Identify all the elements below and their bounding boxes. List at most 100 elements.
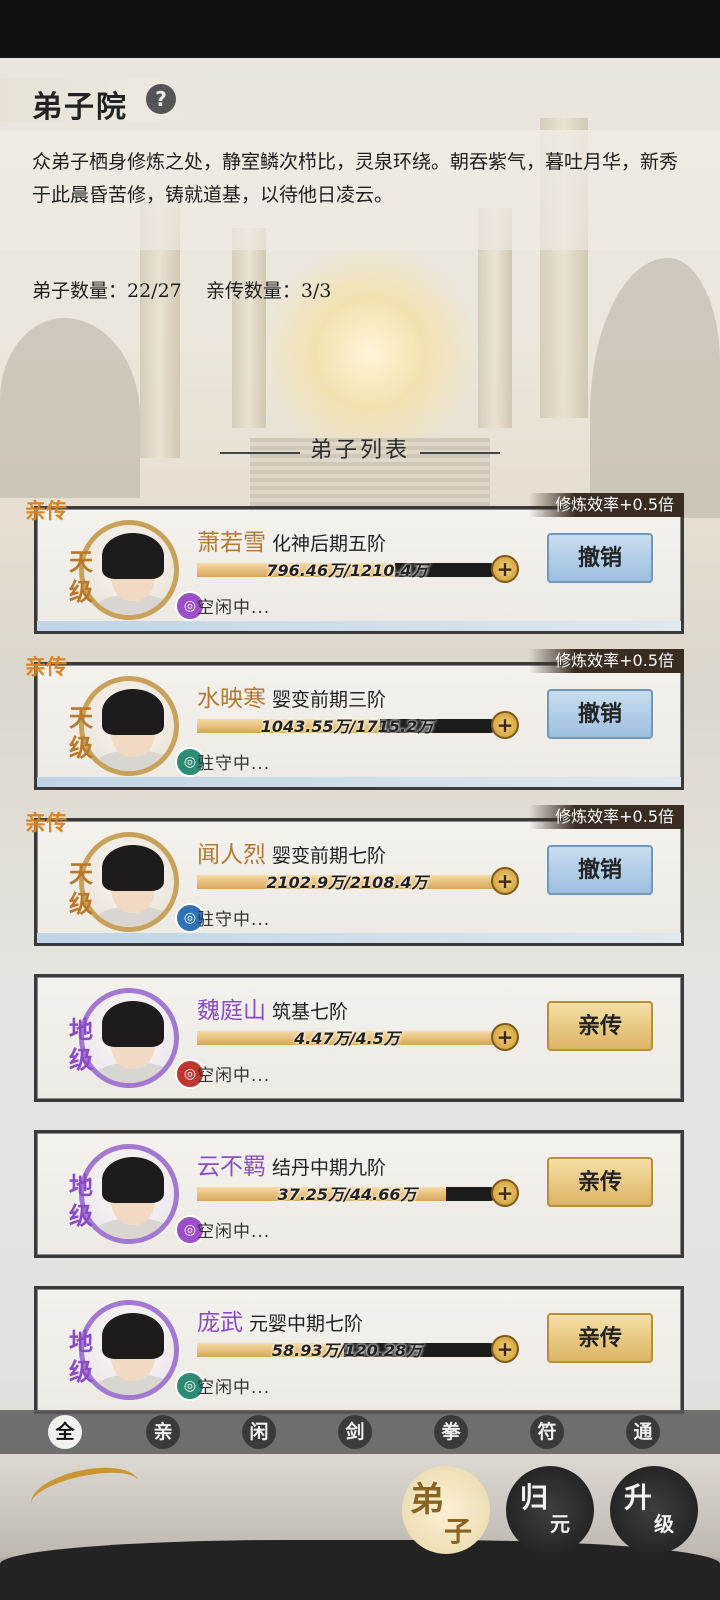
filter-general[interactable]: 通: [626, 1415, 660, 1449]
disciple-card[interactable]: 亲传 修炼效率+0.5倍 天级 ◎ 水映寒 婴变前期三阶 1043.55万/1715…: [25, 649, 684, 790]
mountain-left: [0, 318, 140, 498]
disciple-name: 水映寒: [197, 686, 266, 712]
inner-disciple-tag: 亲传: [25, 810, 67, 835]
nav-upgrade-button[interactable]: 升 级: [610, 1466, 698, 1554]
disciple-realm: 婴变前期七阶: [272, 845, 387, 867]
disciple-realm: 元婴中期七阶: [249, 1313, 364, 1335]
exp-progress-text: 4.47万/4.5万: [294, 1029, 400, 1048]
disciple-name: 萧若雪: [197, 530, 266, 556]
exp-progress-bar: 37.25万/44.66万: [197, 1185, 497, 1204]
disciple-card[interactable]: 地级 ◎ 云不羁 结丹中期九阶 37.25万/44.66万 + 空闲中... 亲传: [34, 1130, 684, 1258]
disciple-card[interactable]: 亲传 修炼效率+0.5倍 天级 ◎ 闻人烈 婴变前期七阶 2102.9万/2108.…: [25, 805, 684, 946]
nav-guiyuan-button[interactable]: 归 元: [506, 1466, 594, 1554]
disciple-name-row: 魏庭山 筑基七阶: [197, 991, 348, 1025]
grade-label: 地级: [69, 1171, 93, 1230]
disciple-status: 驻守中...: [197, 910, 271, 930]
add-exp-button[interactable]: +: [491, 711, 519, 739]
exp-progress-text: 37.25万/44.66万: [277, 1185, 417, 1204]
disciple-status: 驻守中...: [197, 754, 271, 774]
disciple-name: 庞武: [197, 1310, 243, 1336]
filter-bar: 全 亲 闲 剑 拳 符 通: [0, 1410, 720, 1454]
list-header: 弟子列表: [220, 430, 500, 470]
nav-guiyuan-top: 归: [520, 1481, 549, 1514]
disciple-realm: 化神后期五阶: [272, 533, 387, 555]
revoke-button[interactable]: 撤销: [547, 533, 653, 583]
efficiency-badge: 修炼效率+0.5倍: [529, 805, 684, 829]
portrait-hair: [102, 845, 164, 891]
disciple-name-row: 萧若雪 化神后期五阶: [197, 523, 386, 557]
exp-progress-bar: 4.47万/4.5万: [197, 1029, 497, 1048]
disciple-realm: 婴变前期三阶: [272, 689, 387, 711]
disciple-card[interactable]: 亲传 修炼效率+0.5倍 天级 ◎ 萧若雪 化神后期五阶 796.46万/1210.…: [25, 493, 684, 634]
exp-progress-bar: 796.46万/1210.4万: [197, 561, 497, 580]
add-exp-button[interactable]: +: [491, 1179, 519, 1207]
filter-all[interactable]: 全: [48, 1415, 82, 1449]
disciple-status: 空闲中...: [197, 1066, 271, 1086]
filter-sword[interactable]: 剑: [338, 1415, 372, 1449]
status-bar: [0, 0, 720, 58]
exp-progress-text: 2102.9万/2108.4万: [266, 873, 428, 892]
mountain-right: [590, 258, 720, 518]
disciple-name-row: 闻人烈 婴变前期七阶: [197, 835, 386, 869]
portrait-hair: [102, 533, 164, 579]
revoke-button[interactable]: 撤销: [547, 689, 653, 739]
add-exp-button[interactable]: +: [491, 867, 519, 895]
inner-disciple-tag: 亲传: [25, 654, 67, 679]
disciple-realm: 结丹中期九阶: [272, 1157, 387, 1179]
page-description: 众弟子栖身修炼之处，静室鳞次栉比，灵泉环绕。朝吞紫气，暮吐月华，新秀于此晨昏苦修…: [32, 151, 679, 206]
divider-right: [420, 452, 500, 454]
grade-label: 天级: [69, 703, 93, 762]
grade-label: 地级: [69, 1015, 93, 1074]
pillar-mid-left: [232, 228, 266, 428]
add-exp-button[interactable]: +: [491, 555, 519, 583]
help-icon[interactable]: ?: [146, 84, 176, 114]
disciple-card[interactable]: 地级 ◎ 魏庭山 筑基七阶 4.47万/4.5万 + 空闲中... 亲传: [34, 974, 684, 1102]
page-title: 弟子院: [32, 90, 128, 125]
portrait-hair: [102, 1001, 164, 1047]
disciple-realm: 筑基七阶: [272, 1001, 349, 1023]
exp-progress-bar: 2102.9万/2108.4万: [197, 873, 497, 892]
add-exp-button[interactable]: +: [491, 1335, 519, 1363]
exp-progress-text: 1043.55万/1715.2万: [260, 717, 434, 736]
disciple-card[interactable]: 地级 ◎ 庞武 元婴中期七阶 58.93万/120.28万 + 空闲中... 亲传: [34, 1286, 684, 1414]
disciple-name-row: 水映寒 婴变前期三阶: [197, 679, 386, 713]
efficiency-badge: 修炼效率+0.5倍: [529, 649, 684, 673]
promote-button[interactable]: 亲传: [547, 1157, 653, 1207]
nav-disciple-bottom: 子: [444, 1515, 473, 1548]
stats-row: 弟子数量：22/27 亲传数量：3/3: [32, 276, 349, 303]
efficiency-badge: 修炼效率+0.5倍: [529, 493, 684, 517]
grade-label: 地级: [69, 1327, 93, 1386]
portrait-hair: [102, 1157, 164, 1203]
disciple-name: 魏庭山: [197, 998, 266, 1024]
disciple-name-row: 庞武 元婴中期七阶: [197, 1303, 363, 1337]
filter-talisman[interactable]: 符: [530, 1415, 564, 1449]
filter-inner[interactable]: 亲: [146, 1415, 180, 1449]
nav-upgrade-top: 升: [624, 1481, 653, 1514]
portrait-hair: [102, 689, 164, 735]
disciple-name: 云不羁: [197, 1154, 266, 1180]
promote-button[interactable]: 亲传: [547, 1313, 653, 1363]
disciple-count: 弟子数量：22/27: [32, 280, 182, 302]
filter-idle[interactable]: 闲: [242, 1415, 276, 1449]
add-exp-button[interactable]: +: [491, 1023, 519, 1051]
grade-label: 天级: [69, 547, 93, 606]
list-title: 弟子列表: [309, 438, 410, 463]
nav-guiyuan-bottom: 元: [550, 1512, 570, 1536]
ink-wash: [0, 1540, 720, 1600]
exp-progress-text: 58.93万/120.28万: [271, 1341, 423, 1360]
promote-button[interactable]: 亲传: [547, 1001, 653, 1051]
disciple-status: 空闲中...: [197, 1378, 271, 1398]
inner-disciple-count: 亲传数量：3/3: [205, 280, 332, 302]
grade-label: 天级: [69, 859, 93, 918]
disciple-name: 闻人烈: [197, 842, 266, 868]
inner-disciple-tag: 亲传: [25, 498, 67, 523]
revoke-button[interactable]: 撤销: [547, 845, 653, 895]
filter-fist[interactable]: 拳: [434, 1415, 468, 1449]
exp-progress-bar: 1043.55万/1715.2万: [197, 717, 497, 736]
nav-upgrade-bottom: 级: [654, 1512, 674, 1536]
exp-progress-bar: 58.93万/120.28万: [197, 1341, 497, 1360]
nav-disciple-button[interactable]: 弟 子: [402, 1466, 490, 1554]
disciple-status: 空闲中...: [197, 1222, 271, 1242]
disciple-status: 空闲中...: [197, 598, 271, 618]
exp-progress-text: 796.46万/1210.4万: [266, 561, 428, 580]
